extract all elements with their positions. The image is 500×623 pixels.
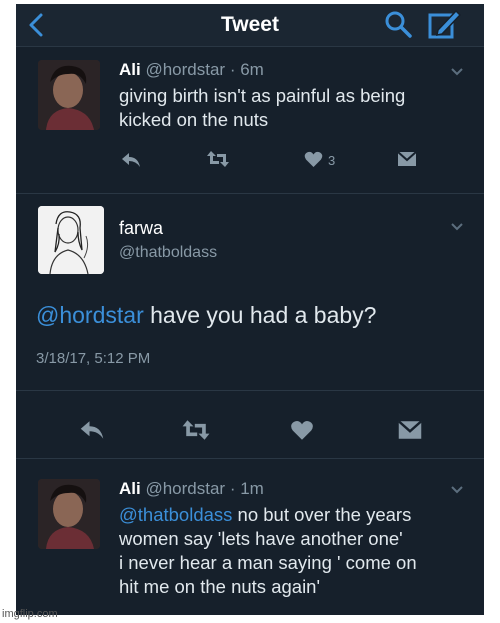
compose-icon[interactable]	[428, 8, 462, 40]
tweet-text-line: women say 'lets have another one'	[119, 528, 403, 549]
tweet-ali-reply[interactable]: Ali @hordstar · 1m @thatboldass no but o…	[16, 459, 484, 615]
heart-icon[interactable]	[290, 420, 314, 441]
tweet-text: @thatboldass no but over the years women…	[119, 503, 417, 599]
author-handle[interactable]: @thatboldass	[119, 244, 217, 262]
author-handle[interactable]: @hordstar · 6m	[145, 60, 263, 79]
direct-message-icon[interactable]	[397, 420, 423, 440]
tweet-ali-original[interactable]: Ali @hordstar · 6m giving birth isn't as…	[16, 47, 484, 194]
avatar[interactable]	[38, 206, 104, 274]
search-icon[interactable]	[384, 10, 412, 38]
caret-down-icon[interactable]	[450, 67, 464, 77]
caret-down-icon[interactable]	[450, 222, 464, 232]
heart-icon[interactable]	[304, 151, 323, 168]
tweet-farwa-focused: farwa @thatboldass @hordstar have you ha…	[16, 194, 484, 459]
nav-bar: Tweet	[16, 4, 484, 47]
tweet-text-body: have you had a baby?	[143, 302, 377, 328]
tweet-text-line: @thatboldass no but over the years	[119, 503, 417, 527]
tweet-text-line: i never hear a man saying ' come on	[119, 552, 417, 573]
mention-link[interactable]: @thatboldass	[119, 504, 232, 525]
direct-message-icon[interactable]	[397, 151, 417, 167]
mention-link[interactable]: @hordstar	[36, 302, 144, 328]
author-handle[interactable]: @hordstar · 1m	[145, 479, 263, 498]
retweet-icon[interactable]	[181, 419, 211, 441]
retweet-icon[interactable]	[206, 150, 230, 168]
author-line: Ali @hordstar · 6m	[119, 60, 264, 80]
caret-down-icon[interactable]	[450, 485, 464, 495]
reply-icon[interactable]	[79, 420, 105, 440]
author-name[interactable]: Ali	[119, 479, 141, 498]
author-name[interactable]: Ali	[119, 60, 141, 79]
avatar[interactable]	[38, 60, 100, 130]
timestamp: 3/18/17, 5:12 PM	[36, 350, 151, 367]
tweet-text-body: no but over the years	[232, 504, 412, 525]
avatar[interactable]	[38, 479, 100, 549]
phone-screen: Tweet Ali @hordstar · 6m giving birth is…	[16, 4, 484, 615]
tweet-text-line: hit me on the nuts again'	[119, 576, 320, 597]
page-title: Tweet	[221, 13, 279, 36]
author-line: Ali @hordstar · 1m	[119, 479, 264, 499]
tweet-text-line: kicked on the nuts	[119, 109, 269, 130]
like-count: 3	[328, 153, 336, 168]
tweet-text: @hordstar have you had a baby?	[36, 302, 376, 329]
tweet-text-line: giving birth isn't as painful as being	[119, 85, 406, 106]
watermark: imgflip.com	[2, 608, 58, 620]
tweet-text: giving birth isn't as painful as being k…	[119, 84, 405, 132]
divider	[16, 390, 484, 391]
author-name[interactable]: farwa	[119, 218, 163, 239]
reply-icon[interactable]	[121, 152, 141, 168]
